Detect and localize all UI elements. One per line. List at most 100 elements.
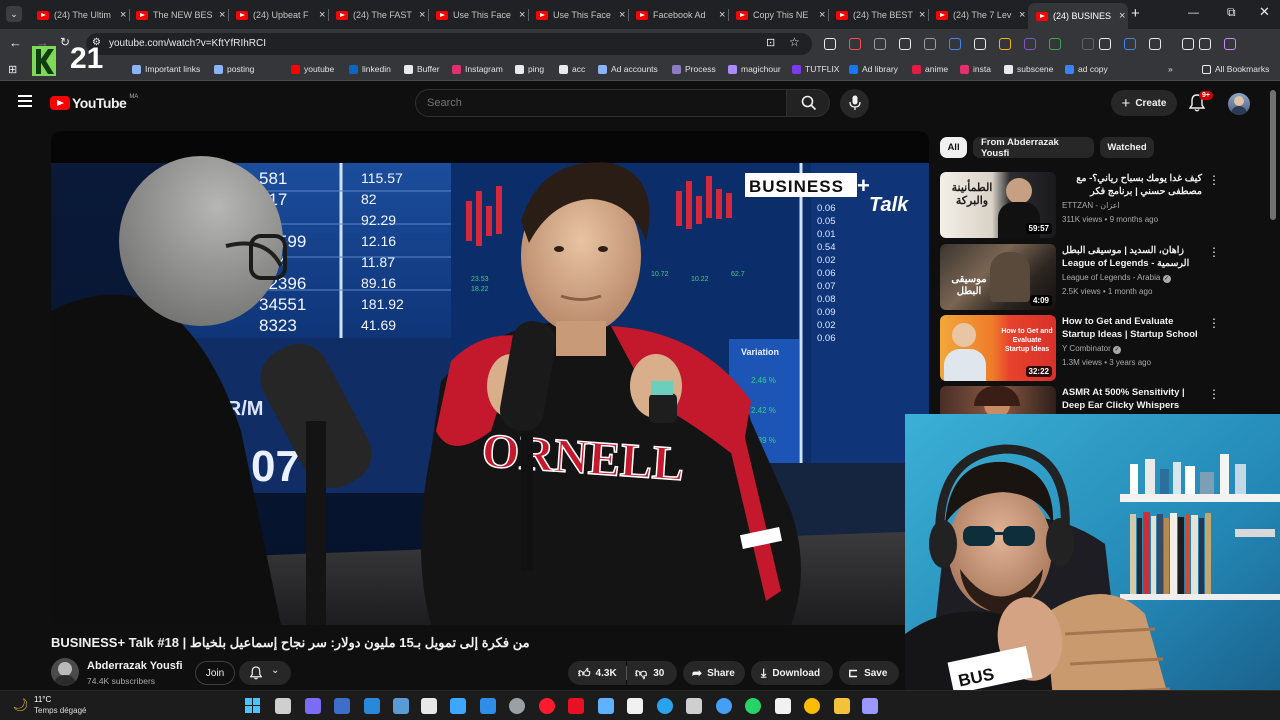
video-thumbnail[interactable]: How to Get and Evaluate Startup Ideas 32…	[940, 315, 1056, 381]
extension-icon[interactable]	[974, 38, 986, 50]
app-icon[interactable]	[568, 698, 584, 714]
recommendation-item[interactable]: الطمأنينة والبركة 59:57 كيف غدا يومك بسب…	[940, 172, 1258, 238]
outlook-icon[interactable]	[480, 698, 496, 714]
voice-search-button[interactable]	[840, 89, 869, 118]
app-icon[interactable]	[364, 698, 380, 714]
bookmark-item[interactable]: Instagram	[452, 64, 503, 74]
browser-tab[interactable]: (24) BUSINES ×	[1028, 3, 1128, 29]
video-thumbnail[interactable]: الطمأنينة والبركة 59:57	[940, 172, 1056, 238]
copilot-icon[interactable]	[305, 698, 321, 714]
bookmark-item[interactable]: Ad accounts	[598, 64, 658, 74]
photos-icon[interactable]	[716, 698, 732, 714]
recommendation-item[interactable]: How to Get and Evaluate Startup Ideas 32…	[940, 315, 1258, 381]
tiktok-icon[interactable]	[627, 698, 643, 714]
video-player[interactable]: 23.53 18.22 10.72 10.22 62.7 Variation 2.46…	[51, 131, 929, 625]
restore-button[interactable]: ⧉	[1227, 5, 1236, 20]
settings-icon[interactable]	[509, 698, 525, 714]
extension-icon[interactable]	[1149, 38, 1161, 50]
extension-icon[interactable]	[1049, 38, 1061, 50]
browser-tab[interactable]: (24) The Ultim ×	[29, 4, 129, 26]
bookmark-item[interactable]: Important links	[132, 64, 200, 74]
bookmark-item[interactable]: Process	[672, 64, 716, 74]
close-tab-icon[interactable]: ×	[1019, 9, 1025, 21]
task-view-icon[interactable]	[275, 698, 291, 714]
more-options-icon[interactable]: ⋮	[1208, 388, 1220, 402]
install-app-icon[interactable]: ⊡	[766, 36, 775, 49]
close-tab-icon[interactable]: ×	[519, 9, 525, 21]
start-windows-icon[interactable]	[245, 698, 261, 714]
weather-widget[interactable]: 🌙︎ 11°C Temps dégagé	[12, 695, 102, 717]
browser-tab[interactable]: (24) Upbeat F ×	[228, 4, 328, 26]
browser-tab[interactable]: Use This Face ×	[428, 4, 528, 26]
notion-icon[interactable]	[775, 698, 791, 714]
recommendation-item[interactable]: موسيقى البطل 4:09 زاهان، السديد | موسيقى…	[940, 244, 1258, 310]
bookmark-item[interactable]: acc	[559, 64, 585, 74]
subscription-bell-button[interactable]: ⌄	[239, 661, 291, 685]
notifications-button[interactable]: 9+	[1188, 91, 1213, 114]
dislike-button[interactable]: 👎︎ 30	[627, 661, 677, 685]
extension-icon[interactable]	[999, 38, 1011, 50]
bookmark-item[interactable]: posting	[214, 64, 254, 74]
chrome-icon[interactable]	[804, 698, 820, 714]
chip-from-channel[interactable]: From Abderrazak Yousfi	[973, 137, 1094, 159]
bookmark-item[interactable]: insta	[960, 64, 991, 74]
join-button[interactable]: Join	[195, 661, 235, 685]
bookmark-item[interactable]: ping	[515, 64, 544, 74]
browser-tab[interactable]: The NEW BES ×	[128, 4, 228, 26]
download-button[interactable]: ⤓ Download	[751, 661, 833, 685]
extension-icon[interactable]	[1224, 38, 1236, 50]
channel-name[interactable]: Abderrazak Yousfi	[87, 660, 183, 672]
app-icon[interactable]	[334, 698, 350, 714]
channel-avatar[interactable]	[51, 658, 79, 686]
apps-grid-icon[interactable]: ⊞	[8, 63, 17, 76]
extension-icon[interactable]	[874, 38, 886, 50]
bookmark-item[interactable]: linkedin	[349, 64, 391, 74]
close-tab-icon[interactable]: ×	[819, 9, 825, 21]
all-bookmarks-folder[interactable]: All Bookmarks	[1202, 64, 1269, 74]
telegram-icon[interactable]	[657, 698, 673, 714]
browser-tab[interactable]: (24) The FAST ×	[328, 4, 428, 26]
back-icon[interactable]: ←	[9, 35, 22, 50]
menu-hamburger-icon[interactable]	[18, 95, 32, 107]
search-input[interactable]	[427, 97, 767, 109]
extension-icon[interactable]	[949, 38, 961, 50]
bookmark-star-icon[interactable]: ☆	[789, 35, 800, 49]
share-button[interactable]: ➦ Share	[683, 661, 745, 685]
close-tab-icon[interactable]: ×	[719, 9, 725, 21]
address-bar[interactable]: ⚙ youtube.com/watch?v=KftYfRIhRCI ⊡ ☆	[86, 33, 812, 55]
bookmark-item[interactable]: Buffer	[404, 64, 440, 74]
search-box[interactable]	[415, 89, 787, 117]
bookmark-item[interactable]: magichour	[728, 64, 781, 74]
app-icon[interactable]	[598, 698, 614, 714]
like-button[interactable]: 👍︎ 4.3K	[568, 661, 626, 685]
tab-search-dropdown[interactable]: ⌄	[6, 6, 22, 22]
bookmark-item[interactable]: Ad library	[849, 64, 898, 74]
browser-tab[interactable]: Facebook Ad ×	[628, 4, 728, 26]
video-thumbnail[interactable]: موسيقى البطل 4:09	[940, 244, 1056, 310]
new-tab-button[interactable]: +	[1131, 5, 1140, 22]
extension-icon[interactable]	[899, 38, 911, 50]
more-options-icon[interactable]: ⋮	[1208, 317, 1220, 331]
chip-all[interactable]: All	[940, 137, 967, 158]
extension-icon[interactable]	[1182, 38, 1194, 50]
premiere-icon[interactable]	[862, 698, 878, 714]
account-avatar[interactable]	[1228, 93, 1250, 115]
store-icon[interactable]	[450, 698, 466, 714]
whatsapp-icon[interactable]	[745, 698, 761, 714]
close-tab-icon[interactable]: ×	[120, 9, 126, 21]
app-icon[interactable]	[393, 698, 409, 714]
app-icon[interactable]	[686, 698, 702, 714]
folder-icon[interactable]	[834, 698, 850, 714]
create-button[interactable]: + Create	[1111, 90, 1177, 116]
extension-icon[interactable]	[849, 38, 861, 50]
extension-icon[interactable]	[1024, 38, 1036, 50]
close-tab-icon[interactable]: ×	[219, 9, 225, 21]
extension-icon[interactable]	[824, 38, 836, 50]
extension-icon[interactable]	[1199, 38, 1211, 50]
close-window-button[interactable]: ✕	[1259, 4, 1270, 20]
page-scrollbar[interactable]	[1270, 90, 1276, 220]
save-button[interactable]: ⊏ Save	[839, 661, 899, 685]
more-options-icon[interactable]: ⋮	[1208, 174, 1220, 188]
close-tab-icon[interactable]: ×	[1119, 10, 1125, 22]
chip-watched[interactable]: Watched	[1100, 137, 1154, 158]
